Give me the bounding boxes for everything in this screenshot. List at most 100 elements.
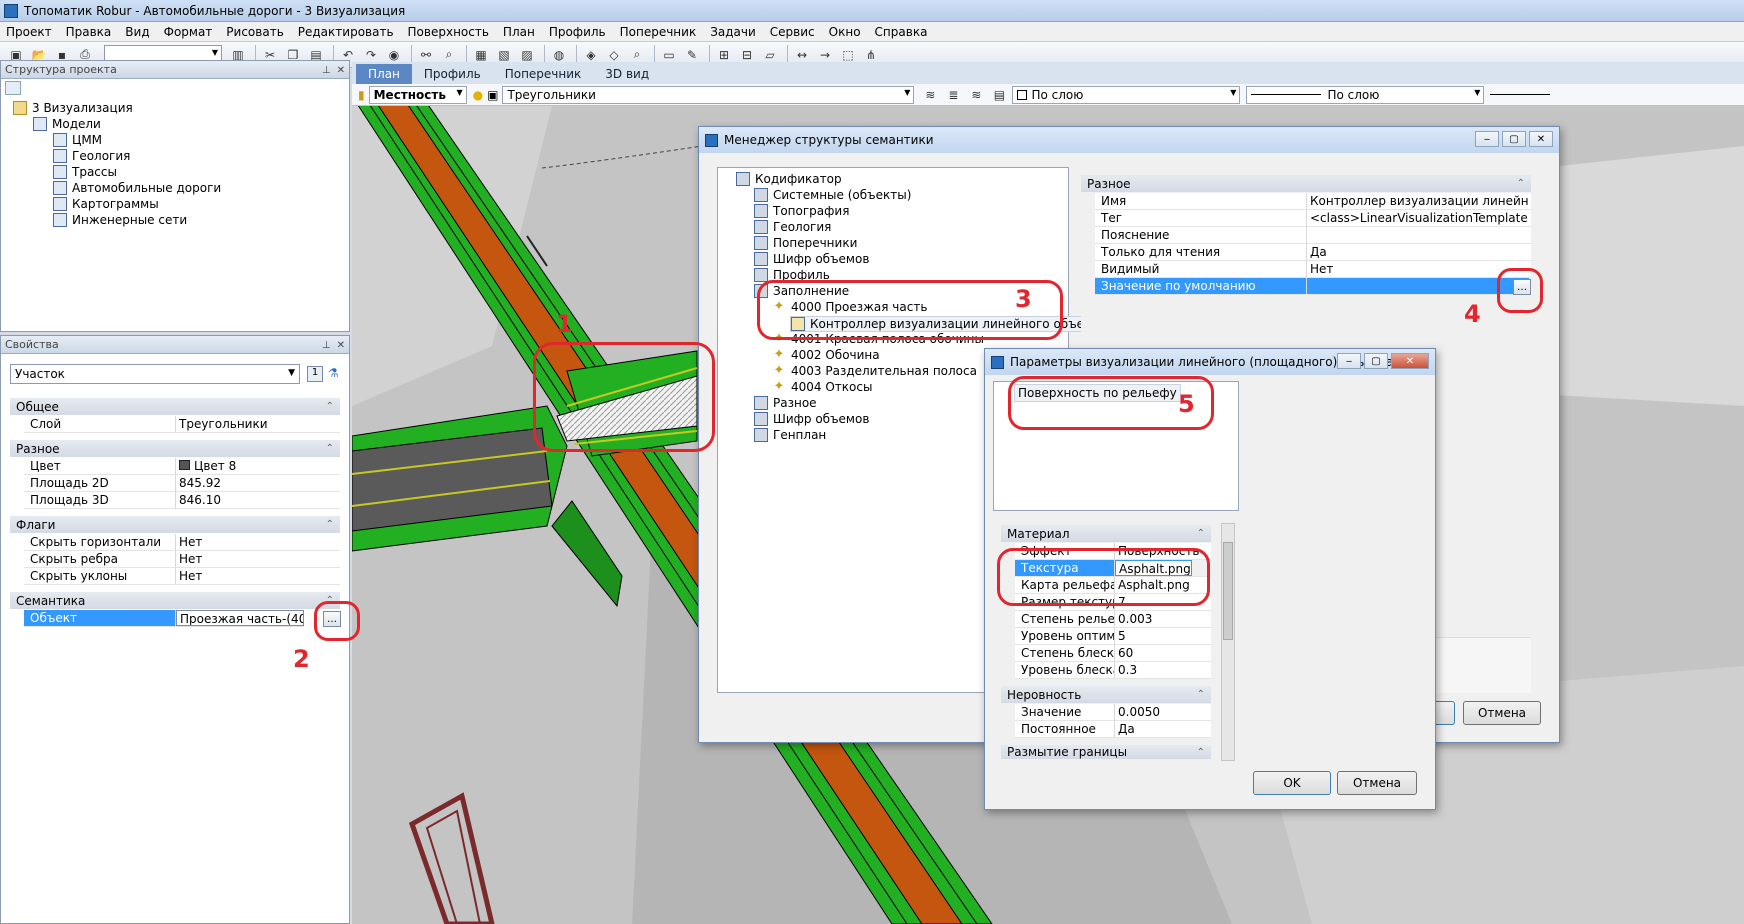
tree-models[interactable]: Модели <box>33 117 101 131</box>
color-select[interactable]: По слою ▼ <box>1012 85 1241 104</box>
layer-tool-c-icon[interactable]: ≋ <box>966 85 986 105</box>
group-misc[interactable]: Разное ⌃ <box>10 440 340 457</box>
refresh-icon[interactable] <box>5 81 21 95</box>
mat-row-gloss-level[interactable]: Уровень блеска 0.3 <box>1015 662 1211 679</box>
menu-cross-section[interactable]: Поперечник <box>620 25 697 39</box>
tree-misc[interactable]: Разное <box>754 396 817 410</box>
tree-system[interactable]: Системные (объекты) <box>754 188 911 202</box>
tree-geology[interactable]: Геология <box>754 220 831 234</box>
grid-row-visible[interactable]: Видимый Нет <box>1095 261 1531 278</box>
grid-row-description[interactable]: Пояснение <box>1095 227 1531 244</box>
layer-select[interactable]: Треугольники ▼ <box>502 85 915 104</box>
close-button[interactable]: ✕ <box>1529 131 1553 147</box>
menu-help[interactable]: Справка <box>875 25 928 39</box>
mat-row-gloss-degree[interactable]: Степень блеска 60 <box>1015 645 1211 662</box>
menu-plan[interactable]: План <box>503 25 535 39</box>
tree-item-geology[interactable]: Геология <box>53 149 130 163</box>
prop-row-hide-contours[interactable]: Скрыть горизонтали Нет <box>24 534 340 551</box>
prop-row-hide-edges[interactable]: Скрыть ребра Нет <box>24 551 340 568</box>
tree-fill-4002[interactable]: ✦ 4002 Обочина <box>772 348 880 363</box>
grid-row-name[interactable]: ИмяКонтроллер визуализации линейного объ… <box>1095 193 1531 210</box>
prop-row-layer[interactable]: Слой Треугольники <box>24 416 340 433</box>
terrain-select[interactable]: Местность ▼ <box>368 85 467 104</box>
menu-service[interactable]: Сервис <box>770 25 815 39</box>
rough-row-constant[interactable]: Постоянное Да <box>1015 721 1211 738</box>
grid-row-readonly[interactable]: Только для чтения Да <box>1095 244 1531 261</box>
rough-row-value[interactable]: Значение 0.0050 <box>1015 704 1211 721</box>
prop-row-area-3d[interactable]: Площадь 3D 846.10 <box>24 492 340 509</box>
tree-fill-4004[interactable]: ✦ 4004 Откосы <box>772 380 873 395</box>
prop-row-hide-slopes[interactable]: Скрыть уклоны Нет <box>24 568 340 585</box>
semantics-cancel-button[interactable]: Отмена <box>1463 701 1541 725</box>
pin-icon[interactable]: ⊥ <box>322 65 331 76</box>
menu-profile[interactable]: Профиль <box>549 25 606 39</box>
menu-window[interactable]: Окно <box>829 25 861 39</box>
mat-row-optimization[interactable]: Уровень оптимиз...5 <box>1015 628 1211 645</box>
viz-ok-button[interactable]: OK <box>1253 771 1331 795</box>
pin-icon[interactable]: ⊥ <box>322 340 331 351</box>
menu-surface[interactable]: Поверхность <box>408 25 489 39</box>
group-edge-blur[interactable]: Размытие границы ⌃ <box>1001 745 1211 759</box>
collapse-icon: ⌃ <box>325 401 334 412</box>
tab-cross-section[interactable]: Поперечник <box>493 64 594 84</box>
menu-modify[interactable]: Редактировать <box>298 25 394 39</box>
layer-tool-a-icon[interactable]: ≋ <box>920 85 940 105</box>
layer-tool-b-icon[interactable]: ≣ <box>943 85 963 105</box>
object-type-select[interactable]: Участок ▼ <box>10 364 300 384</box>
close-button[interactable]: ✕ <box>1391 353 1429 369</box>
menu-draw[interactable]: Рисовать <box>226 25 283 39</box>
group-general[interactable]: Общее ⌃ <box>10 398 340 415</box>
tree-volume-codes-2[interactable]: Шифр объемов <box>754 412 869 426</box>
tree-item-utilities[interactable]: Инженерные сети <box>53 213 187 227</box>
tree-item-cartograms[interactable]: Картограммы <box>53 197 159 211</box>
tree-codifier[interactable]: Кодификатор <box>736 172 842 186</box>
tree-volume-codes[interactable]: Шифр объемов <box>754 252 869 266</box>
close-icon[interactable]: ✕ <box>337 65 345 76</box>
group-roughness[interactable]: Неровность ⌃ <box>1001 686 1211 703</box>
tree-item-roads[interactable]: Автомобильные дороги <box>53 181 221 195</box>
maximize-button[interactable]: ▢ <box>1502 131 1526 147</box>
tab-plan[interactable]: План <box>356 64 412 84</box>
grid-group-misc[interactable]: Разное ⌃ <box>1081 175 1531 192</box>
menu-edit[interactable]: Правка <box>66 25 112 39</box>
tab-3d[interactable]: 3D вид <box>593 64 661 84</box>
grid-row-tag[interactable]: Тег<class>LinearVisualizationTemplate</c… <box>1095 210 1531 227</box>
utilities-icon <box>53 213 67 227</box>
group-material[interactable]: Материал ⌃ <box>1001 525 1211 542</box>
properties-panel-header: Свойства ⊥ ✕ <box>1 336 349 354</box>
tree-root[interactable]: 3 Визуализация <box>13 101 133 115</box>
annotation-box-1 <box>533 342 715 452</box>
lock-icon[interactable]: ▣ <box>487 88 498 102</box>
tree-item-routes[interactable]: Трассы <box>53 165 117 179</box>
tree-topography[interactable]: Топография <box>754 204 849 218</box>
tab-profile[interactable]: Профиль <box>412 64 493 84</box>
tree-cross-sections[interactable]: Поперечники <box>754 236 857 250</box>
menu-project[interactable]: Проект <box>6 25 52 39</box>
mat-row-relief-degree[interactable]: Степень рельефн...0.003 <box>1015 611 1211 628</box>
viz-cancel-button[interactable]: Отмена <box>1337 771 1417 795</box>
tree-fill-4003[interactable]: ✦ 4003 Разделительная полоса <box>772 364 977 379</box>
scrollbar-thumb[interactable] <box>1223 542 1233 640</box>
minimize-button[interactable]: ‒ <box>1475 131 1499 147</box>
tree-item-dtm[interactable]: ЦММ <box>53 133 102 147</box>
dialog-icon <box>705 133 718 147</box>
minimize-button[interactable]: ‒ <box>1337 353 1361 369</box>
bulb-icon[interactable]: ● <box>473 88 483 102</box>
maximize-button[interactable]: ▢ <box>1364 353 1388 369</box>
tree-master-plan[interactable]: Генплан <box>754 428 826 442</box>
sort-icon[interactable]: 1 <box>307 366 323 382</box>
prop-row-object[interactable]: ОбъектПроезжая часть-(4000) <box>24 610 304 627</box>
menu-tasks[interactable]: Задачи <box>710 25 756 39</box>
menu-format[interactable]: Формат <box>164 25 213 39</box>
group-flags[interactable]: Флаги ⌃ <box>10 516 340 533</box>
close-icon[interactable]: ✕ <box>337 340 345 351</box>
grid-row-default-value[interactable]: Значение по умолчанию <box>1095 278 1531 295</box>
prop-row-color[interactable]: Цвет Цвет 8 <box>24 458 340 475</box>
menu-view[interactable]: Вид <box>125 25 149 39</box>
filter-icon[interactable]: ⚗ <box>328 366 344 382</box>
grid-scrollbar[interactable] <box>1221 523 1235 761</box>
prop-row-area-2d[interactable]: Площадь 2D 845.92 <box>24 475 340 492</box>
group-semantics[interactable]: Семантика ⌃ <box>10 592 340 609</box>
linetype-select[interactable]: По слою ▼ <box>1246 85 1485 104</box>
layer-tool-d-icon[interactable]: ▤ <box>989 85 1009 105</box>
